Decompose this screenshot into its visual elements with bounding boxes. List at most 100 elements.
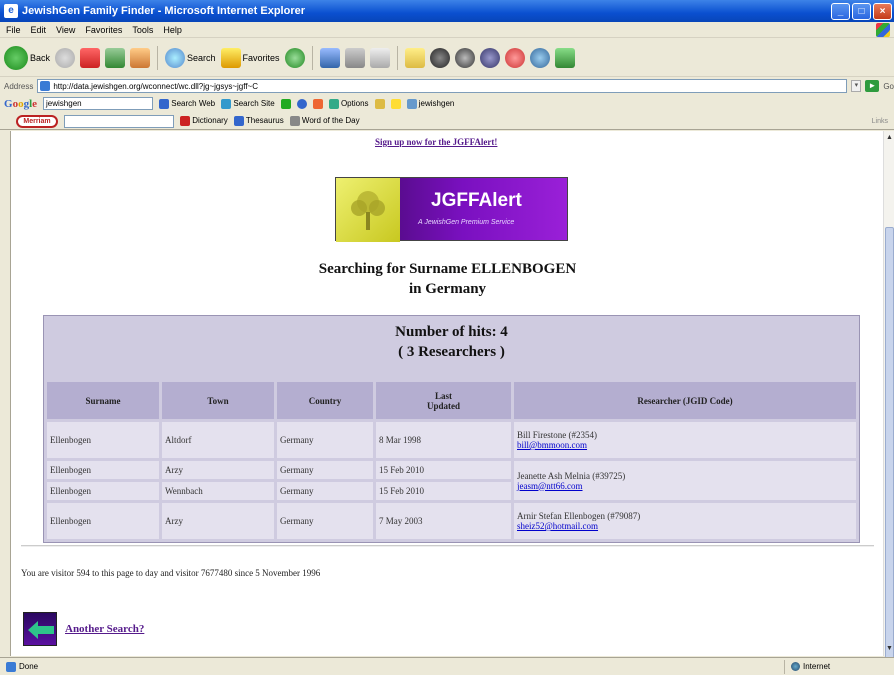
favorites-button[interactable]: Favorites <box>220 47 280 68</box>
researcher-email-link[interactable]: sheiz52@hotmail.com <box>517 521 598 531</box>
google-logo[interactable]: Google <box>4 98 37 110</box>
menu-help[interactable]: Help <box>163 25 182 35</box>
zone-label: Internet <box>803 662 831 671</box>
search-label: Search <box>187 52 216 63</box>
home-icon[interactable] <box>130 47 151 68</box>
search-site-button[interactable]: Search Site <box>221 98 275 109</box>
print-icon[interactable] <box>369 47 390 68</box>
account-button[interactable]: jewishgen <box>406 98 454 109</box>
thesaurus-icon <box>233 116 244 126</box>
search-button[interactable]: Search <box>165 47 216 68</box>
heading-line-1: Searching for Surname ELLENBOGEN <box>318 261 577 277</box>
mail-icon[interactable] <box>344 47 365 68</box>
address-label: Address <box>4 81 34 91</box>
maximize-button[interactable]: □ <box>852 2 871 20</box>
back-arrow-icon <box>4 45 28 70</box>
media-icon[interactable] <box>284 47 305 68</box>
researchers-count: ( 3 Researchers ) <box>398 344 505 360</box>
translate-icon[interactable] <box>504 47 525 68</box>
scroll-up-icon[interactable]: ▲ <box>885 133 894 143</box>
toolbar-separator <box>311 45 313 70</box>
column-header-surname: Surname <box>47 382 159 419</box>
links-button[interactable]: Links <box>872 118 888 125</box>
info-icon[interactable] <box>296 98 307 109</box>
minimize-button[interactable]: _ <box>831 2 850 20</box>
page-icon <box>40 81 51 91</box>
refresh-icon[interactable] <box>105 47 126 68</box>
cell-updated: 15 Feb 2010 <box>376 461 511 479</box>
word-of-day-button[interactable]: Word of the Day <box>289 116 360 126</box>
cell-surname: Ellenbogen <box>47 482 159 500</box>
page-done-icon <box>6 661 16 672</box>
another-search-link[interactable]: Another Search? <box>65 623 144 635</box>
heading-line-2: in Germany <box>408 281 487 297</box>
messenger-icon[interactable] <box>429 47 450 68</box>
menu-file[interactable]: File <box>6 25 21 35</box>
researcher-name: Arnir Stefan Ellenbogen (#79087) <box>517 511 641 521</box>
back-arrow-icon[interactable] <box>23 612 57 646</box>
menu-favorites[interactable]: Favorites <box>85 25 122 35</box>
menu-view[interactable]: View <box>56 25 75 35</box>
cell-researcher: Bill Firestone (#2354) bill@bmmoon.com <box>514 422 856 458</box>
dictionary-icon <box>180 116 190 126</box>
researcher-email-link[interactable]: bill@bmmoon.com <box>517 440 587 450</box>
windows-logo-icon <box>876 23 890 37</box>
menu-bar: File Edit View Favorites Tools Help <box>0 22 894 38</box>
google-search-icon <box>159 98 170 109</box>
pagerank-icon[interactable] <box>280 98 291 109</box>
discuss-icon[interactable] <box>479 47 500 68</box>
cell-surname: Ellenbogen <box>47 422 159 458</box>
go-label[interactable]: Go <box>883 82 894 91</box>
menu-tools[interactable]: Tools <box>132 25 153 35</box>
google-search-input[interactable]: jewishgen <box>43 97 154 110</box>
scroll-down-icon[interactable]: ▼ <box>885 644 894 654</box>
vertical-scrollbar[interactable]: ▲ ▼ <box>883 131 894 667</box>
jgffalert-banner[interactable]: JGFFAlert A JewishGen Premium Service <box>335 177 568 242</box>
thesaurus-button[interactable]: Thesaurus <box>233 116 284 126</box>
stop-icon[interactable] <box>80 47 101 68</box>
toolbar-separator <box>396 45 398 70</box>
address-field[interactable]: http://data.jewishgen.org/wconnect/wc.dl… <box>37 79 848 93</box>
cell-town: Arzy <box>162 461 274 479</box>
forward-arrow-icon[interactable] <box>55 47 76 68</box>
popup-blocker-icon[interactable] <box>312 98 323 109</box>
researcher-email-link[interactable]: jeasm@ntt66.com <box>517 481 583 491</box>
dictionary-input[interactable] <box>64 114 174 128</box>
cell-country: Germany <box>277 482 373 500</box>
column-header-town: Town <box>162 382 274 419</box>
star-icon <box>220 47 241 68</box>
merriam-webster-logo[interactable]: Merriam <box>16 114 58 128</box>
links-icon[interactable] <box>529 47 550 68</box>
options-icon <box>328 98 339 109</box>
plugin-icon[interactable] <box>554 47 575 68</box>
google-toolbar: Google jewishgen Search Web Search Site … <box>0 95 894 112</box>
user-icon <box>406 98 417 109</box>
site-search-icon <box>221 98 232 109</box>
toolbar-separator <box>157 45 159 70</box>
menu-edit[interactable]: Edit <box>31 25 47 35</box>
history-icon[interactable] <box>319 47 340 68</box>
title-bar: e JewishGen Family Finder - Microsoft In… <box>0 0 894 22</box>
search-icon <box>165 47 186 68</box>
calendar-icon <box>289 116 300 126</box>
scroll-thumb[interactable] <box>885 227 894 667</box>
dictionary-toolbar: Merriam Dictionary Thesaurus Word of the… <box>0 113 894 130</box>
highlight-icon[interactable] <box>390 98 401 109</box>
security-zone: Internet <box>784 659 894 674</box>
folder-icon[interactable] <box>374 98 385 109</box>
signup-link[interactable]: Sign up now for the JGFFAlert! <box>375 137 497 147</box>
options-button[interactable]: Options <box>328 98 369 109</box>
back-button[interactable]: Back <box>4 45 50 70</box>
dictionary-button[interactable]: Dictionary <box>180 116 228 126</box>
status-bar: Done Internet <box>0 657 894 675</box>
search-web-button[interactable]: Search Web <box>159 98 215 109</box>
cell-country: Germany <box>277 503 373 539</box>
go-button[interactable]: ► <box>865 80 880 92</box>
results-panel: Number of hits: 4 ( 3 Researchers ) Surn… <box>43 315 860 543</box>
folder-icon[interactable] <box>404 47 425 68</box>
research-icon[interactable] <box>454 47 475 68</box>
address-dropdown-icon[interactable]: ▾ <box>851 80 862 92</box>
cell-updated: 7 May 2003 <box>376 503 511 539</box>
researcher-name: Jeanette Ash Melnia (#39725) <box>517 470 626 481</box>
close-button[interactable]: × <box>873 2 892 20</box>
